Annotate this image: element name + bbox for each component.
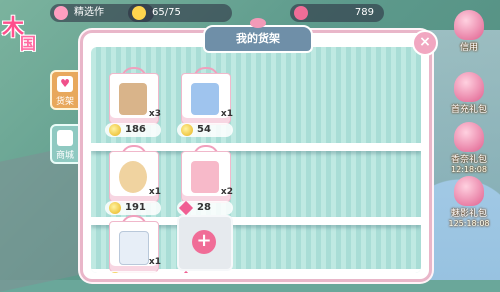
tab-shop[interactable]: 商城 (50, 124, 80, 164)
item-price: 54 (177, 123, 233, 137)
shelf-panel: x3 186 x1 54 x1 191 x2 28 x1 + 我的货架 (80, 18, 432, 282)
side-pack-label: 首充礼包 (450, 105, 487, 115)
shop-icon (57, 130, 73, 146)
tab-shelf[interactable]: ♥ 货架 (50, 70, 80, 110)
gem-icon (178, 200, 194, 216)
add-slot[interactable]: + 40 (177, 215, 233, 273)
side-pack-2[interactable]: 香奈礼包 12:18:08 (444, 122, 494, 174)
side-pack-label: 魅影礼包 (450, 209, 487, 219)
shelf-item-shoes[interactable]: x1 54 (177, 67, 233, 137)
slot-price: 40 (177, 270, 233, 273)
item-price-value: 186 (125, 124, 146, 135)
logo-line2: 国 (20, 34, 37, 53)
bow-icon (250, 18, 266, 28)
item-qty: x3 (148, 109, 161, 119)
item-price: 186 (105, 123, 161, 137)
shelf-item-dress[interactable]: x2 28 (177, 145, 233, 216)
plus-icon: + (192, 230, 216, 254)
gem-icon (294, 6, 308, 20)
coat-icon (119, 83, 147, 115)
tab-shop-label: 商城 (55, 151, 74, 161)
gift-bag-icon (454, 10, 484, 40)
hud-name-text: 精选作 (74, 7, 104, 18)
hud-energy-text: 65/75 (152, 7, 181, 18)
empty-slot: + (177, 215, 233, 271)
gem-icon (178, 270, 194, 273)
shelf-item-white-dress[interactable]: x1 60 (105, 215, 161, 273)
close-button[interactable]: × (412, 30, 438, 56)
panel-title: 我的货架 (236, 32, 280, 45)
item-qty: x1 (148, 257, 161, 267)
shoes-icon (191, 83, 219, 115)
game-logo: 木 国 (2, 10, 52, 60)
coin-icon (109, 124, 121, 136)
coin-icon (109, 202, 121, 214)
heart-icon: ♥ (57, 76, 73, 92)
side-pack-label: 香奈礼包 (450, 155, 487, 165)
gift-bag-icon (454, 122, 484, 152)
avatar-icon (54, 6, 68, 20)
dress-icon (191, 161, 219, 193)
side-pack-timer: 12:18:08 (451, 165, 487, 174)
item-price-value: 54 (197, 124, 211, 135)
side-pack-1[interactable]: 首充礼包 (444, 72, 494, 115)
hud-coins[interactable]: 789 (290, 4, 384, 22)
slot-price-value: 40 (197, 272, 211, 273)
hat-icon (119, 161, 147, 193)
close-icon: × (419, 34, 431, 50)
shelf-area: x3 186 x1 54 x1 191 x2 28 x1 + (91, 47, 421, 273)
white-dress-icon (119, 231, 149, 265)
side-pack-0[interactable]: 信用 (444, 10, 494, 53)
coin-icon (181, 124, 193, 136)
hud-coins-text: 789 (354, 7, 374, 18)
item-price: 28 (177, 200, 233, 216)
hud-energy[interactable]: 65/75 (128, 4, 232, 22)
item-qty: x2 (220, 187, 233, 197)
coin-icon (109, 272, 121, 273)
item-price-value: 191 (125, 202, 146, 213)
shelf-item-coat[interactable]: x3 186 (105, 67, 161, 137)
item-qty: x1 (148, 187, 161, 197)
panel-title-tab: 我的货架 (203, 18, 313, 53)
side-pack-3[interactable]: 魅影礼包 125:18:08 (444, 176, 494, 228)
tab-shelf-label: 货架 (55, 97, 74, 107)
item-price: 60 (105, 271, 161, 273)
energy-icon (132, 6, 146, 20)
side-pack-label: 信用 (459, 43, 478, 53)
item-qty: x1 (220, 109, 233, 119)
gift-bag-icon (454, 72, 484, 102)
item-price-value: 28 (197, 202, 211, 213)
gift-bag-icon (454, 176, 484, 206)
item-price-value: 60 (125, 272, 139, 273)
item-price: 191 (105, 201, 161, 215)
shelf-item-hat[interactable]: x1 191 (105, 145, 161, 215)
side-pack-timer: 125:18:08 (448, 219, 490, 228)
